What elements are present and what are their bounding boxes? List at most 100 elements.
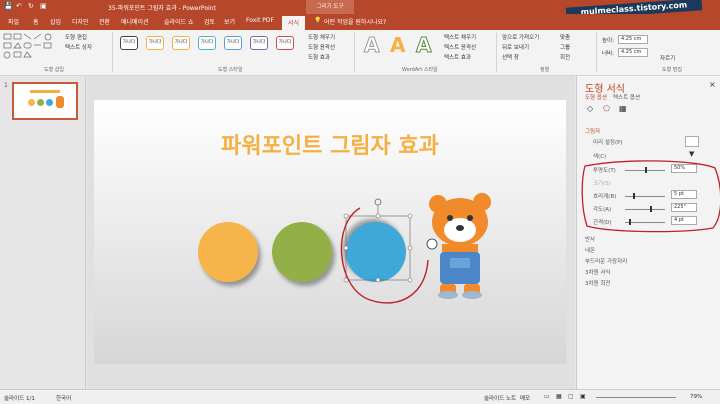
reading-view-icon[interactable]: ▢ xyxy=(568,393,574,400)
slide-title[interactable]: 파워포인트 그림자 효과 xyxy=(94,128,566,160)
shape-outline-button[interactable]: 도형 윤곽선 xyxy=(308,43,335,51)
fill-line-icon[interactable]: ◇ xyxy=(587,104,593,113)
style-swatch-7[interactable]: 가나다 xyxy=(276,36,294,50)
section-reflection[interactable]: 반사 xyxy=(585,235,595,243)
slide-thumbnail-panel xyxy=(0,76,86,389)
drawing-tools-label: 그리기 도구 xyxy=(306,0,354,14)
section-3d-rotation[interactable]: 3차원 회전 xyxy=(585,279,611,287)
wordart-style-2[interactable]: A xyxy=(390,34,405,56)
size-group-label: 도형 편집 xyxy=(662,67,682,73)
normal-view-icon[interactable]: ▭ xyxy=(544,393,550,400)
lightbulb-icon: 💡 xyxy=(314,17,322,24)
tab-foxit[interactable]: Foxit PDF xyxy=(246,17,274,24)
width-input[interactable]: 4.25 cm xyxy=(618,48,648,57)
color-picker-icon[interactable]: ▼ xyxy=(689,150,694,158)
text-effects-button[interactable]: 텍스트 효과 xyxy=(444,53,471,61)
text-fill-button[interactable]: 텍스트 채우기 xyxy=(444,33,476,41)
notes-button[interactable]: 슬라이드 노트 xyxy=(484,394,516,402)
preset-label: 미리 설정(P) xyxy=(593,140,623,146)
undo-icon[interactable]: ↶ xyxy=(16,2,22,10)
style-swatch-1[interactable]: 가나다 xyxy=(120,36,138,50)
red-annotation-circle xyxy=(581,160,720,233)
comments-button[interactable]: 메모 xyxy=(520,394,530,402)
language-status[interactable]: 한국어 xyxy=(56,394,71,402)
text-outline-button[interactable]: 텍스트 윤곽선 xyxy=(444,43,476,51)
style-swatch-4[interactable]: 가나다 xyxy=(198,36,216,50)
effects-icon[interactable]: ⬠ xyxy=(603,104,610,113)
separator xyxy=(112,32,113,72)
slide-counter: 슬라이드 1/1 xyxy=(4,396,35,402)
separator xyxy=(354,32,355,72)
bear-mascot[interactable] xyxy=(424,188,500,300)
tab-view[interactable]: 보기 xyxy=(224,17,235,26)
size-properties-icon[interactable]: ▦ xyxy=(619,104,627,113)
tab-text-options[interactable]: 텍스트 옵션 xyxy=(613,93,640,101)
style-swatch-3[interactable]: 가나다 xyxy=(172,36,190,50)
align-button[interactable]: 맞춤 xyxy=(560,33,570,41)
start-slideshow-icon[interactable]: ▣ xyxy=(40,2,47,10)
thumbnail-orange-circle xyxy=(28,99,35,106)
tab-slideshow[interactable]: 슬라이드 쇼 xyxy=(164,17,194,26)
separator xyxy=(496,32,497,72)
style-swatch-2[interactable]: 가나다 xyxy=(146,36,164,50)
zoom-level[interactable]: 79% xyxy=(690,394,702,400)
section-glow[interactable]: 네온 xyxy=(585,246,595,254)
shape-fill-button[interactable]: 도형 채우기 xyxy=(308,33,335,41)
thumbnail-title xyxy=(30,90,60,93)
green-circle[interactable] xyxy=(272,222,332,282)
orange-circle[interactable] xyxy=(198,222,258,282)
section-shadow[interactable]: 그림자 xyxy=(585,127,600,135)
tab-format[interactable]: 서식 xyxy=(282,16,306,30)
selection-handles[interactable] xyxy=(340,196,436,308)
text-box-button[interactable]: 텍스트 상자 xyxy=(65,43,92,51)
preset-dropdown[interactable] xyxy=(685,136,699,147)
bring-forward-button[interactable]: 앞으로 가져오기 xyxy=(502,33,539,41)
wordart-style-1[interactable]: A xyxy=(363,34,380,57)
tab-file[interactable]: 파일 xyxy=(8,17,19,26)
section-3d-format[interactable]: 3차원 서식 xyxy=(585,268,611,276)
format-shape-pane: 도형 서식 × 도형 옵션 텍스트 옵션 ◇ ⬠ ▦ 그림자 미리 설정(P) … xyxy=(576,76,720,389)
separator xyxy=(596,32,597,72)
slide-thumbnail[interactable] xyxy=(12,82,78,120)
shape-effects-button[interactable]: 도형 효과 xyxy=(308,53,330,61)
shape-edit-button[interactable]: 도형 편집 xyxy=(65,33,87,41)
wordart-style-3[interactable]: A xyxy=(415,34,432,57)
style-swatch-6[interactable]: 가나다 xyxy=(250,36,268,50)
tell-me-box[interactable]: 어떤 작업을 원하시나요? xyxy=(324,17,386,26)
rotate-button[interactable]: 회전 xyxy=(560,53,570,61)
tab-shape-options[interactable]: 도형 옵션 xyxy=(585,93,607,101)
tab-animations[interactable]: 애니메이션 xyxy=(121,17,149,26)
selection-pane-button[interactable]: 선택 창 xyxy=(502,53,519,61)
save-icon[interactable]: 💾 xyxy=(4,2,13,10)
tab-design[interactable]: 디자인 xyxy=(72,17,89,26)
slide-number: 1 xyxy=(4,82,8,89)
shape-styles-group-label: 도형 스타일 xyxy=(218,67,243,73)
arrange-group-label: 정렬 xyxy=(540,67,550,73)
group-button[interactable]: 그룹 xyxy=(560,43,570,51)
shape-gallery[interactable] xyxy=(3,33,63,61)
slide[interactable]: 파워포인트 그림자 효과 xyxy=(94,100,566,364)
slide-sorter-icon[interactable]: ▦ xyxy=(556,393,562,400)
send-backward-button[interactable]: 뒤로 보내기 xyxy=(502,43,529,51)
insert-shapes-group-label: 도형 삽입 xyxy=(44,67,64,73)
tab-transitions[interactable]: 전환 xyxy=(99,17,110,26)
status-bar: 슬라이드 1/1 한국어 슬라이드 노트 메모 ▭ ▦ ▢ ▣ 79% xyxy=(0,389,720,404)
thumbnail-bear xyxy=(56,96,64,108)
crop-button[interactable]: 자르기 xyxy=(660,54,675,62)
zoom-slider[interactable] xyxy=(596,397,676,398)
height-input[interactable]: 4.25 cm xyxy=(618,35,648,44)
thumbnail-green-circle xyxy=(37,99,44,106)
slideshow-icon[interactable]: ▣ xyxy=(580,393,586,400)
ribbon-tabs: 파일 홈 삽입 디자인 전환 애니메이션 슬라이드 쇼 검토 보기 Foxit … xyxy=(0,14,720,30)
tab-insert[interactable]: 삽입 xyxy=(50,17,61,26)
ribbon: 도형 편집 텍스트 상자 도형 삽입 가나다 가나다 가나다 가나다 가나다 가… xyxy=(0,30,720,76)
window-title: 35-파워포인트 그림자 효과 - PowerPoint xyxy=(108,5,216,12)
redo-icon[interactable]: ↻ xyxy=(28,2,34,10)
section-soft-edges[interactable]: 부드러운 가장자리 xyxy=(585,257,627,265)
style-swatch-5[interactable]: 가나다 xyxy=(224,36,242,50)
tab-review[interactable]: 검토 xyxy=(204,17,215,26)
tab-home[interactable]: 홈 xyxy=(33,17,39,26)
close-icon[interactable]: × xyxy=(709,80,716,89)
thumbnail-blue-circle xyxy=(46,99,53,106)
wordart-group-label: WordArt 스타일 xyxy=(402,67,438,73)
